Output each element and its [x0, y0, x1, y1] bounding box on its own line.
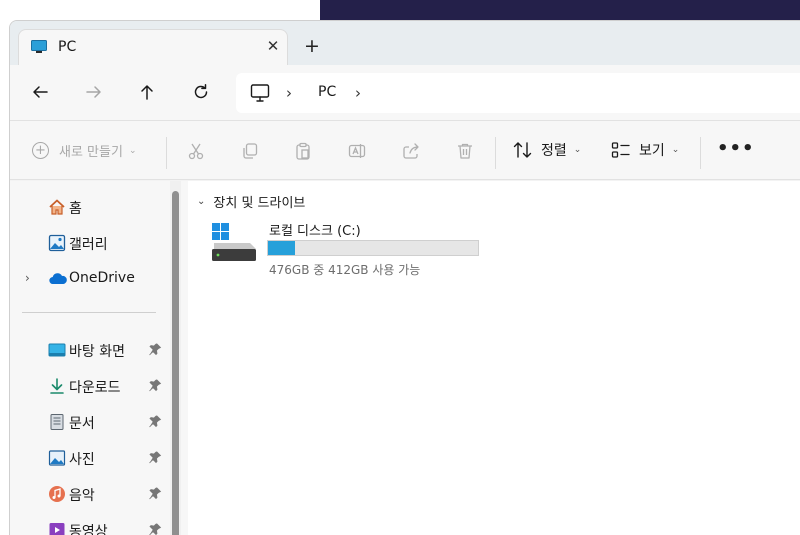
- content-pane: ⌄ 장치 및 드라이브 로컬 디스크 (C:) 476GB 중 412GB 사용…: [188, 181, 800, 535]
- pin-icon[interactable]: [148, 486, 162, 500]
- chevron-down-icon: ⌄: [573, 145, 582, 155]
- arrow-right-icon: [86, 86, 101, 98]
- command-bar: + 새로 만들기 ⌄ 정렬 ⌄ 보기 ⌄ •••: [10, 120, 800, 180]
- chevron-down-icon: ⌄: [197, 196, 206, 207]
- copy-icon[interactable]: [241, 142, 259, 160]
- drive-free-space: 476GB 중 412GB 사용 가능: [269, 263, 421, 277]
- pictures-icon: [48, 450, 66, 466]
- view-label: 보기: [639, 143, 665, 159]
- pin-icon[interactable]: [148, 450, 162, 464]
- sidebar-item-label: 바탕 화면: [69, 344, 125, 360]
- sidebar-item-label: 동영상: [69, 524, 108, 535]
- paste-icon[interactable]: [294, 142, 312, 160]
- up-button[interactable]: [134, 79, 160, 105]
- divider: [700, 137, 701, 169]
- onedrive-icon: [49, 273, 67, 285]
- sidebar-item-downloads[interactable]: 다운로드: [10, 372, 170, 400]
- sidebar-item-desktop[interactable]: 바탕 화면: [10, 336, 170, 364]
- sidebar-item-documents[interactable]: 문서: [10, 408, 170, 436]
- sort-label: 정렬: [541, 143, 567, 159]
- drive-item-c[interactable]: 로컬 디스크 (C:) 476GB 중 412GB 사용 가능: [210, 219, 490, 281]
- sidebar-item-label: 사진: [69, 452, 95, 468]
- desktop-icon: [48, 343, 66, 357]
- gallery-icon: [48, 234, 66, 252]
- navigation-pane: 홈 갤러리 › OneDrive 바탕 화면 다운로드 문서 사진 음악 동영상: [10, 181, 188, 535]
- close-tab-button[interactable]: ✕: [264, 37, 282, 55]
- cut-icon[interactable]: [187, 142, 205, 160]
- computer-icon: [250, 84, 270, 102]
- sort-button[interactable]: 정렬 ⌄: [513, 140, 581, 160]
- pin-icon[interactable]: [148, 342, 162, 356]
- sort-icon: [513, 142, 532, 158]
- sidebar-item-label: 문서: [69, 416, 95, 432]
- chevron-down-icon: ⌄: [671, 145, 680, 155]
- sidebar-item-gallery[interactable]: 갤러리: [10, 229, 170, 257]
- drive-name: 로컬 디스크 (C:): [269, 224, 361, 239]
- pin-icon[interactable]: [148, 378, 162, 392]
- group-header-label: 장치 및 드라이브: [213, 196, 306, 211]
- delete-icon[interactable]: [456, 142, 474, 160]
- refresh-button[interactable]: [188, 79, 214, 105]
- tab-strip: PC ✕ +: [10, 21, 800, 65]
- videos-icon: [49, 523, 65, 535]
- divider: [495, 137, 496, 169]
- breadcrumb-chevron-icon[interactable]: ›: [286, 84, 292, 102]
- pin-icon[interactable]: [148, 414, 162, 428]
- drive-usage-bar: [267, 240, 479, 256]
- forward-button[interactable]: [81, 79, 107, 105]
- arrow-left-icon: [33, 86, 48, 98]
- sidebar-item-label: 다운로드: [69, 380, 121, 396]
- more-options-button[interactable]: •••: [717, 138, 755, 159]
- background-window: [320, 0, 800, 20]
- sidebar-item-label: 음악: [69, 488, 95, 504]
- plus-circle-icon: +: [32, 142, 49, 159]
- sidebar-item-label: OneDrive: [69, 270, 135, 286]
- rename-icon[interactable]: [348, 142, 366, 160]
- refresh-icon: [194, 84, 208, 99]
- navigation-bar: › PC ›: [10, 65, 800, 120]
- file-explorer-window: PC ✕ + › PC › + 새로 만들기 ⌄ 정렬 ⌄ 보기 ⌄ ••• 홈…: [9, 20, 800, 535]
- divider: [166, 137, 167, 169]
- new-tab-button[interactable]: +: [302, 36, 322, 56]
- monitor-icon: [31, 40, 47, 53]
- back-button[interactable]: [27, 79, 53, 105]
- tab-title: PC: [58, 39, 77, 55]
- music-icon: [49, 486, 65, 502]
- sidebar-item-onedrive[interactable]: › OneDrive: [10, 265, 170, 293]
- view-icon: [611, 142, 630, 158]
- tab-pc[interactable]: PC ✕: [18, 29, 288, 65]
- chevron-down-icon: ⌄: [128, 145, 137, 156]
- breadcrumb-pc[interactable]: PC: [318, 84, 336, 100]
- arrow-up-icon: [141, 85, 153, 100]
- share-icon[interactable]: [402, 142, 420, 160]
- home-icon: [49, 199, 65, 215]
- sidebar-item-label: 갤러리: [69, 237, 108, 253]
- divider: [22, 312, 156, 313]
- download-icon: [50, 378, 64, 394]
- sidebar-scrollbar-thumb[interactable]: [172, 191, 179, 535]
- sidebar-item-videos[interactable]: 동영상: [10, 516, 170, 535]
- sidebar-item-label: 홈: [69, 201, 82, 217]
- sidebar-item-music[interactable]: 음악: [10, 480, 170, 508]
- address-bar[interactable]: › PC ›: [236, 73, 800, 113]
- view-button[interactable]: 보기 ⌄: [611, 140, 679, 160]
- chevron-right-icon[interactable]: ›: [25, 271, 30, 285]
- documents-icon: [50, 414, 64, 430]
- sidebar-item-pictures[interactable]: 사진: [10, 444, 170, 472]
- sidebar-item-home[interactable]: 홈: [10, 193, 170, 221]
- new-button-label: 새로 만들기: [59, 145, 123, 160]
- drive-usage-fill: [268, 241, 296, 255]
- hard-drive-icon: [212, 223, 256, 261]
- breadcrumb-chevron-icon[interactable]: ›: [355, 84, 361, 102]
- pin-icon[interactable]: [148, 522, 162, 535]
- new-button[interactable]: + 새로 만들기 ⌄: [32, 141, 136, 160]
- devices-group-header[interactable]: ⌄ 장치 및 드라이브: [197, 192, 305, 211]
